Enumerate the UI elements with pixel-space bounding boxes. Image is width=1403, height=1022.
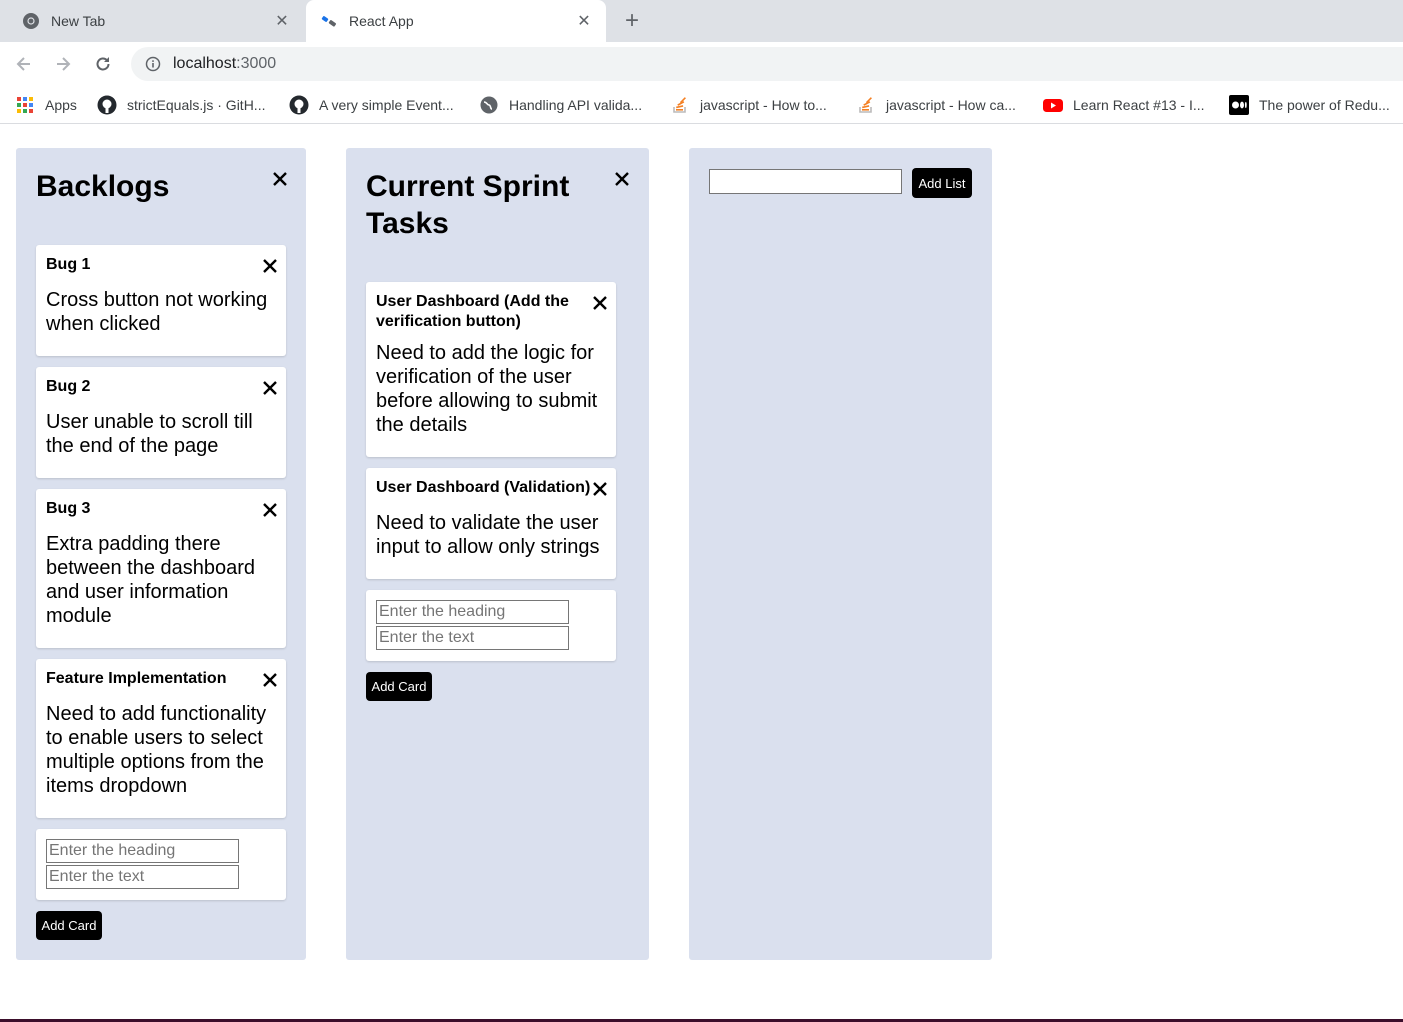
close-list-icon[interactable]: [612, 169, 632, 189]
card-bug-3: Bug 3 Extra padding there between the da…: [36, 489, 286, 648]
chrome-icon: [22, 12, 40, 30]
new-list-title-input[interactable]: [709, 169, 902, 194]
url-text: localhost:3000: [173, 55, 276, 73]
bookmark-simple-event[interactable]: A very simple Event...: [289, 86, 454, 124]
apps-grid-icon: [15, 95, 35, 115]
stackoverflow-icon: [856, 95, 876, 115]
bookmarks-bar: Apps strictEquals.js · GitH... A very si…: [0, 86, 1403, 124]
browser-tab-strip: New Tab ✕ React App ✕ +: [0, 0, 1403, 42]
github-icon: [289, 95, 309, 115]
card-user-dashboard-validation: User Dashboard (Validation) Need to vali…: [366, 468, 616, 579]
list-title: Current Sprint Tasks: [366, 170, 570, 240]
forward-arrow-icon[interactable]: [49, 50, 77, 78]
bookmark-label: javascript - How ca...: [886, 97, 1016, 113]
card-heading: User Dashboard (Validation): [376, 479, 591, 496]
bookmark-label: Learn React #13 - I...: [1073, 97, 1205, 113]
card-text: Need to add the logic for verification o…: [376, 342, 598, 436]
globe-icon: [479, 95, 499, 115]
card-user-dashboard-verification: User Dashboard (Add the verification but…: [366, 282, 616, 457]
url-host: localhost: [173, 55, 237, 72]
card-heading: Bug 3: [46, 500, 91, 517]
bookmark-power-of-redux[interactable]: The power of Redu...: [1229, 86, 1390, 124]
list-current-sprint-tasks: Current Sprint Tasks User Dashboard (Add…: [346, 148, 649, 960]
bookmark-strictequals[interactable]: strictEquals.js · GitH...: [97, 86, 265, 124]
card-bug-1: Bug 1 Cross button not working when clic…: [36, 245, 286, 356]
list-title: Backlogs: [36, 170, 170, 203]
close-tab-icon[interactable]: ✕: [270, 9, 294, 33]
card-text: User unable to scroll till the end of th…: [46, 411, 253, 457]
card-text: Cross button not working when clicked: [46, 289, 268, 335]
close-tab-icon[interactable]: ✕: [572, 9, 596, 33]
bookmark-apps[interactable]: Apps: [15, 86, 77, 124]
add-card-form: [36, 829, 286, 900]
medium-icon: [1229, 95, 1249, 115]
github-icon: [97, 95, 117, 115]
bookmark-js-how-to[interactable]: javascript - How to...: [670, 86, 827, 124]
bookmark-label: The power of Redu...: [1259, 97, 1390, 113]
add-card-button[interactable]: Add Card: [36, 911, 102, 940]
card-heading: Bug 2: [46, 378, 91, 395]
close-card-icon[interactable]: [592, 481, 608, 497]
card-text-input[interactable]: [46, 865, 239, 889]
tab-new-tab[interactable]: New Tab ✕: [0, 0, 304, 42]
card-bug-2: Bug 2 User unable to scroll till the end…: [36, 367, 286, 478]
bookmark-label: strictEquals.js · GitH...: [127, 97, 266, 113]
card-text-input[interactable]: [376, 626, 569, 650]
stackoverflow-icon: [670, 95, 690, 115]
close-card-icon[interactable]: [592, 295, 608, 311]
close-list-icon[interactable]: [270, 169, 290, 189]
close-card-icon[interactable]: [262, 502, 278, 518]
close-card-icon[interactable]: [262, 672, 278, 688]
tab-title: New Tab: [51, 13, 106, 29]
new-tab-plus-icon[interactable]: +: [618, 7, 646, 34]
add-card-button[interactable]: Add Card: [366, 672, 432, 701]
card-feature-implementation: Feature Implementation Need to add funct…: [36, 659, 286, 818]
bookmark-label: Handling API valida...: [509, 97, 643, 113]
tab-react-app[interactable]: React App ✕: [306, 0, 606, 42]
tab-title: React App: [349, 13, 414, 29]
card-heading: Feature Implementation: [46, 670, 227, 687]
card-text: Extra padding there between the dashboar…: [46, 533, 256, 627]
card-heading: User Dashboard (Add the verification but…: [376, 293, 569, 330]
address-bar[interactable]: localhost:3000: [131, 47, 1403, 81]
bookmark-label: Apps: [45, 97, 77, 113]
new-list-panel: Add List: [689, 148, 992, 960]
bookmark-learn-react[interactable]: Learn React #13 - I...: [1043, 86, 1205, 124]
add-list-button[interactable]: Add List: [912, 168, 972, 198]
bookmark-handling-api[interactable]: Handling API valida...: [479, 86, 642, 124]
card-heading-input[interactable]: [376, 600, 569, 624]
bookmark-js-how-can[interactable]: javascript - How ca...: [856, 86, 1016, 124]
card-heading: Bug 1: [46, 256, 91, 273]
close-card-icon[interactable]: [262, 380, 278, 396]
add-card-form: [366, 590, 616, 661]
card-heading-input[interactable]: [46, 839, 239, 863]
browser-toolbar: localhost:3000: [0, 42, 1403, 86]
react-app-icon: [320, 12, 338, 30]
url-port: :3000: [236, 55, 277, 72]
card-text: Need to validate the user input to allow…: [376, 512, 600, 558]
reload-icon[interactable]: [89, 50, 117, 78]
back-arrow-icon[interactable]: [10, 50, 38, 78]
close-card-icon[interactable]: [262, 258, 278, 274]
youtube-icon: [1043, 95, 1063, 115]
bookmark-label: A very simple Event...: [319, 97, 454, 113]
card-text: Need to add functionality to enable user…: [46, 703, 267, 797]
list-backlogs: Backlogs Bug 1 Cross button not working …: [16, 148, 306, 960]
bookmark-label: javascript - How to...: [700, 97, 827, 113]
kanban-board: Backlogs Bug 1 Cross button not working …: [0, 125, 1403, 1019]
site-info-icon[interactable]: [145, 56, 161, 72]
